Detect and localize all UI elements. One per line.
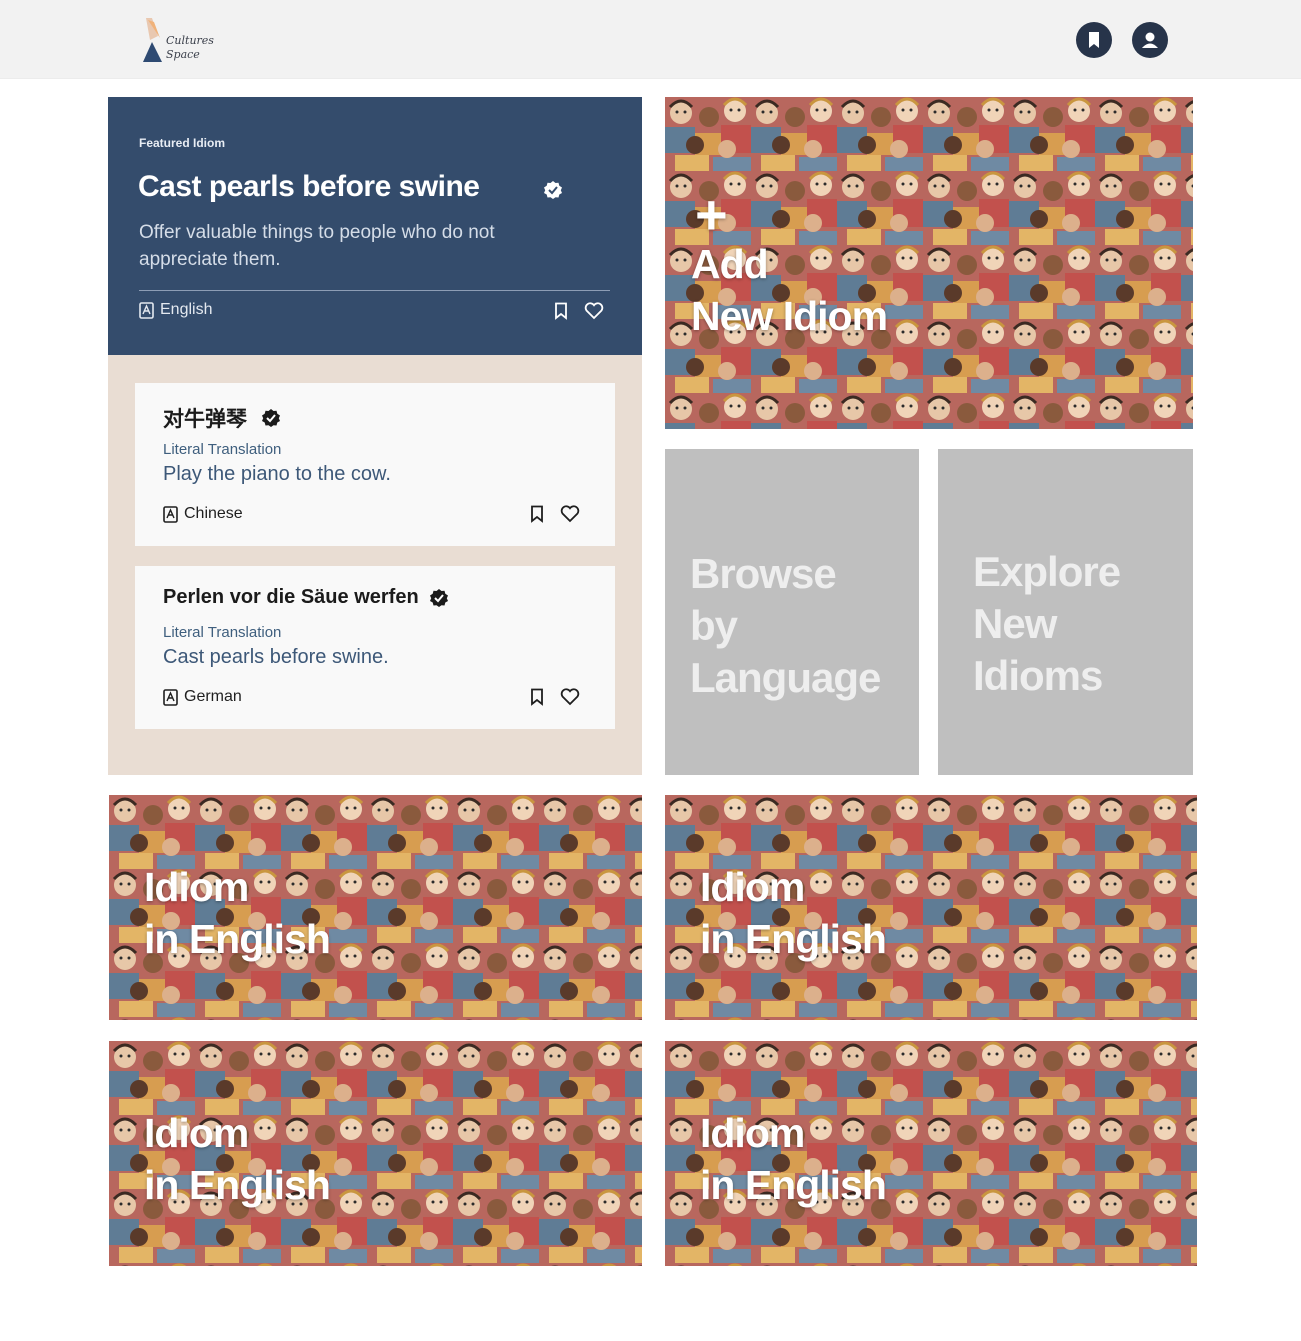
- tile-line-2: in English: [700, 1162, 887, 1208]
- tile-line-1: Add: [691, 241, 769, 287]
- bookmark-icon[interactable]: [554, 302, 568, 320]
- bookmark-icon[interactable]: [530, 688, 544, 706]
- user-icon: [1142, 32, 1158, 48]
- idiom-name: 对牛弹琴: [163, 408, 247, 431]
- featured-divider: [139, 290, 610, 291]
- tile-line-1: Idiom: [144, 1110, 249, 1156]
- brand-line-1: Cultures: [166, 34, 214, 47]
- tile-line-2: in English: [700, 916, 887, 962]
- user-profile-button[interactable]: [1132, 22, 1168, 58]
- tile-line-1: Idiom: [700, 1110, 805, 1156]
- featured-idiom-description: Offer valuable things to people who do n…: [139, 222, 495, 270]
- heart-icon[interactable]: [584, 302, 604, 320]
- idiom-actions: [530, 505, 580, 523]
- literal-translation: Play the piano to the cow.: [163, 463, 391, 485]
- verified-badge-icon: [262, 409, 280, 427]
- idiom-in-english-tile[interactable]: Idiom in English: [665, 1041, 1197, 1266]
- idiom-in-english-tile[interactable]: Idiom in English: [109, 795, 642, 1020]
- featured-idiom-card[interactable]: Featured Idiom Cast pearls before swine …: [108, 97, 642, 355]
- featured-actions: [554, 302, 604, 320]
- tile-line-2: New: [973, 600, 1057, 647]
- tile-line-1: Idiom: [144, 864, 249, 910]
- idiom-name: Perlen vor die Säue werfen: [163, 586, 419, 608]
- related-idiom-card[interactable]: Perlen vor die Säue werfen Literal Trans…: [135, 566, 615, 729]
- tile-line-2: in English: [144, 1162, 331, 1208]
- tile-line-3: Idioms: [973, 652, 1103, 699]
- saved-bookmarks-button[interactable]: [1076, 22, 1112, 58]
- idiom-language-label: Chinese: [184, 505, 243, 522]
- language-book-icon: [139, 301, 154, 319]
- tile-line-1: Idiom: [700, 864, 805, 910]
- top-bar: Cultures Space: [0, 0, 1301, 79]
- featured-label: Featured Idiom: [139, 136, 226, 150]
- featured-language-label: English: [160, 301, 213, 318]
- featured-idiom-title: Cast pearls before swine: [138, 170, 480, 203]
- idiom-name-row: Perlen vor die Säue werfen: [163, 586, 449, 609]
- idiom-in-english-tile[interactable]: Idiom in English: [109, 1041, 642, 1266]
- tile-line-2: New Idiom: [691, 293, 888, 339]
- idiom-actions: [530, 688, 580, 706]
- bookmark-icon: [1089, 32, 1099, 48]
- plus-icon: +: [695, 183, 728, 246]
- browse-by-language-tile[interactable]: Browse by Language: [665, 449, 919, 775]
- brand-logo[interactable]: Cultures Space: [140, 16, 230, 66]
- add-new-idiom-label: Add New Idiom: [691, 238, 888, 342]
- idiom-in-english-tile[interactable]: Idiom in English: [665, 795, 1197, 1020]
- tile-line-3: Language: [690, 654, 881, 701]
- literal-translation-label: Literal Translation: [163, 624, 282, 641]
- idiom-language: German: [163, 688, 242, 706]
- brand-name: Cultures Space: [166, 34, 214, 62]
- language-book-icon: [163, 688, 178, 706]
- idiom-tile-label: Idiom in English: [144, 1107, 331, 1211]
- explore-new-idioms-label: Explore New Idioms: [973, 546, 1121, 702]
- tile-line-2: by: [690, 602, 738, 649]
- browse-by-language-label: Browse by Language: [690, 548, 881, 704]
- tile-line-1: Explore: [973, 548, 1121, 595]
- tile-line-1: Browse: [690, 550, 837, 597]
- language-book-icon: [163, 505, 178, 523]
- idiom-tile-label: Idiom in English: [700, 1107, 887, 1211]
- idiom-tile-label: Idiom in English: [700, 861, 887, 965]
- literal-translation-label: Literal Translation: [163, 441, 282, 458]
- idiom-name-row: 对牛弹琴: [163, 403, 281, 433]
- add-new-idiom-tile[interactable]: + Add New Idiom: [665, 97, 1193, 429]
- tile-line-2: in English: [144, 916, 331, 962]
- heart-icon[interactable]: [560, 505, 580, 523]
- brand-line-2: Space: [166, 48, 200, 61]
- explore-new-idioms-tile[interactable]: Explore New Idioms: [938, 449, 1193, 775]
- related-idiom-card[interactable]: 对牛弹琴 Literal Translation Play the piano …: [135, 383, 615, 546]
- literal-translation: Cast pearls before swine.: [163, 646, 389, 668]
- bookmark-icon[interactable]: [530, 505, 544, 523]
- idiom-language-label: German: [184, 688, 242, 705]
- verified-badge-icon: [429, 588, 448, 607]
- verified-badge-icon: [544, 181, 562, 199]
- idiom-language: Chinese: [163, 505, 243, 523]
- featured-language: English: [139, 301, 212, 319]
- idiom-tile-label: Idiom in English: [144, 861, 331, 965]
- heart-icon[interactable]: [560, 688, 580, 706]
